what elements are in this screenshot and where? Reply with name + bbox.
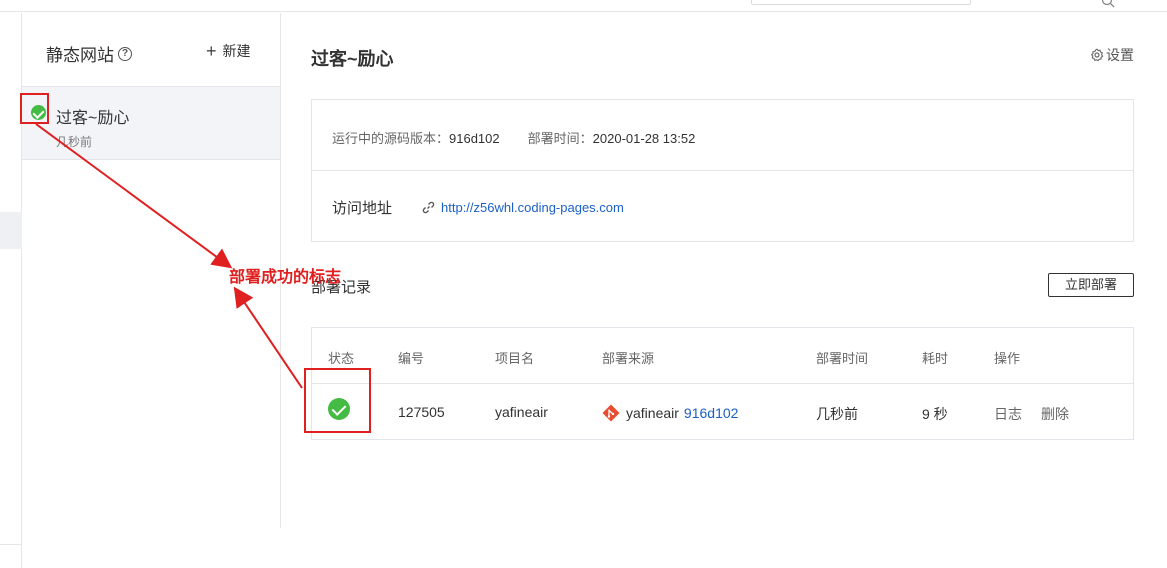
site-list-item[interactable]: 过客~励心 几秒前 [22, 86, 280, 160]
search-icon[interactable] [1101, 0, 1115, 8]
row-source-repo: yafineair [626, 405, 679, 421]
column-header-status: 状态 [328, 351, 355, 366]
site-info-card: 运行中的源码版本：916d102 部署时间：2020-01-28 13:52 访问… [311, 99, 1134, 242]
panel-title: 静态网站 ? [46, 41, 132, 66]
link-icon [422, 201, 435, 214]
settings-button[interactable]: 设置 [1090, 45, 1134, 65]
panel-title-text: 静态网站 [46, 46, 114, 65]
table-header: 状态 编号 项目名 部署来源 部署时间 耗时 操作 [312, 328, 1133, 384]
deploy-time-label: 部署时间： [527, 131, 593, 146]
settings-label: 设置 [1106, 47, 1134, 63]
column-header-actions: 操作 [994, 351, 1021, 366]
row-project: yafineair [495, 404, 548, 420]
page-title: 过客~励心 [311, 49, 394, 69]
site-name: 过客~励心 [56, 110, 130, 127]
deploy-now-button[interactable]: 立即部署 [1048, 273, 1134, 297]
site-updated-time: 几秒前 [56, 135, 93, 149]
new-site-label: 新建 [222, 43, 251, 59]
column-header-source: 部署来源 [602, 351, 655, 366]
view-log-link[interactable]: 日志 [994, 404, 1022, 424]
plus-icon: + [206, 41, 217, 61]
info-divider [312, 170, 1133, 171]
annotation-label: 部署成功的标志 [229, 269, 342, 286]
site-list-header: 静态网站 ? + 新建 [22, 13, 280, 86]
row-id: 127505 [398, 404, 445, 420]
rail-item-active[interactable] [0, 212, 22, 249]
deploy-records-table: 状态 编号 项目名 部署来源 部署时间 耗时 操作 127505 yafinea… [311, 327, 1134, 440]
row-deploy-time: 几秒前 [816, 406, 858, 422]
access-url-link[interactable]: http://z56whl.coding-pages.com [422, 200, 624, 215]
annotation-highlight-table [304, 368, 371, 433]
source-info-row: 运行中的源码版本：916d102 部署时间：2020-01-28 13:52 [332, 128, 695, 147]
row-source: yafineair 916d102 [602, 404, 738, 422]
row-source-commit-link[interactable]: 916d102 [684, 405, 739, 421]
gear-icon [1090, 48, 1104, 62]
column-header-deploy-time: 部署时间 [816, 351, 869, 366]
access-url-label: 访问地址 [332, 200, 393, 217]
access-url-text: http://z56whl.coding-pages.com [441, 200, 624, 215]
access-url-row: 访问地址 http://z56whl.coding-pages.com [332, 197, 624, 218]
deploy-time-value: 2020-01-28 13:52 [592, 131, 696, 146]
row-duration: 9 秒 [922, 406, 948, 422]
column-header-project: 项目名 [495, 351, 535, 366]
source-version-value: 916d102 [449, 131, 500, 146]
top-bar [0, 0, 1167, 12]
column-header-duration: 耗时 [922, 351, 949, 366]
delete-record-link[interactable]: 删除 [1041, 404, 1069, 424]
source-version-label: 运行中的源码版本： [332, 131, 450, 146]
git-icon [602, 404, 620, 422]
global-search-input[interactable] [751, 0, 971, 5]
column-header-id: 编号 [398, 351, 425, 366]
left-nav-rail [0, 13, 22, 568]
annotation-highlight-sidebar [20, 93, 49, 124]
rail-divider [0, 544, 22, 545]
new-site-button[interactable]: + 新建 [206, 41, 251, 61]
help-icon[interactable]: ? [118, 46, 132, 61]
